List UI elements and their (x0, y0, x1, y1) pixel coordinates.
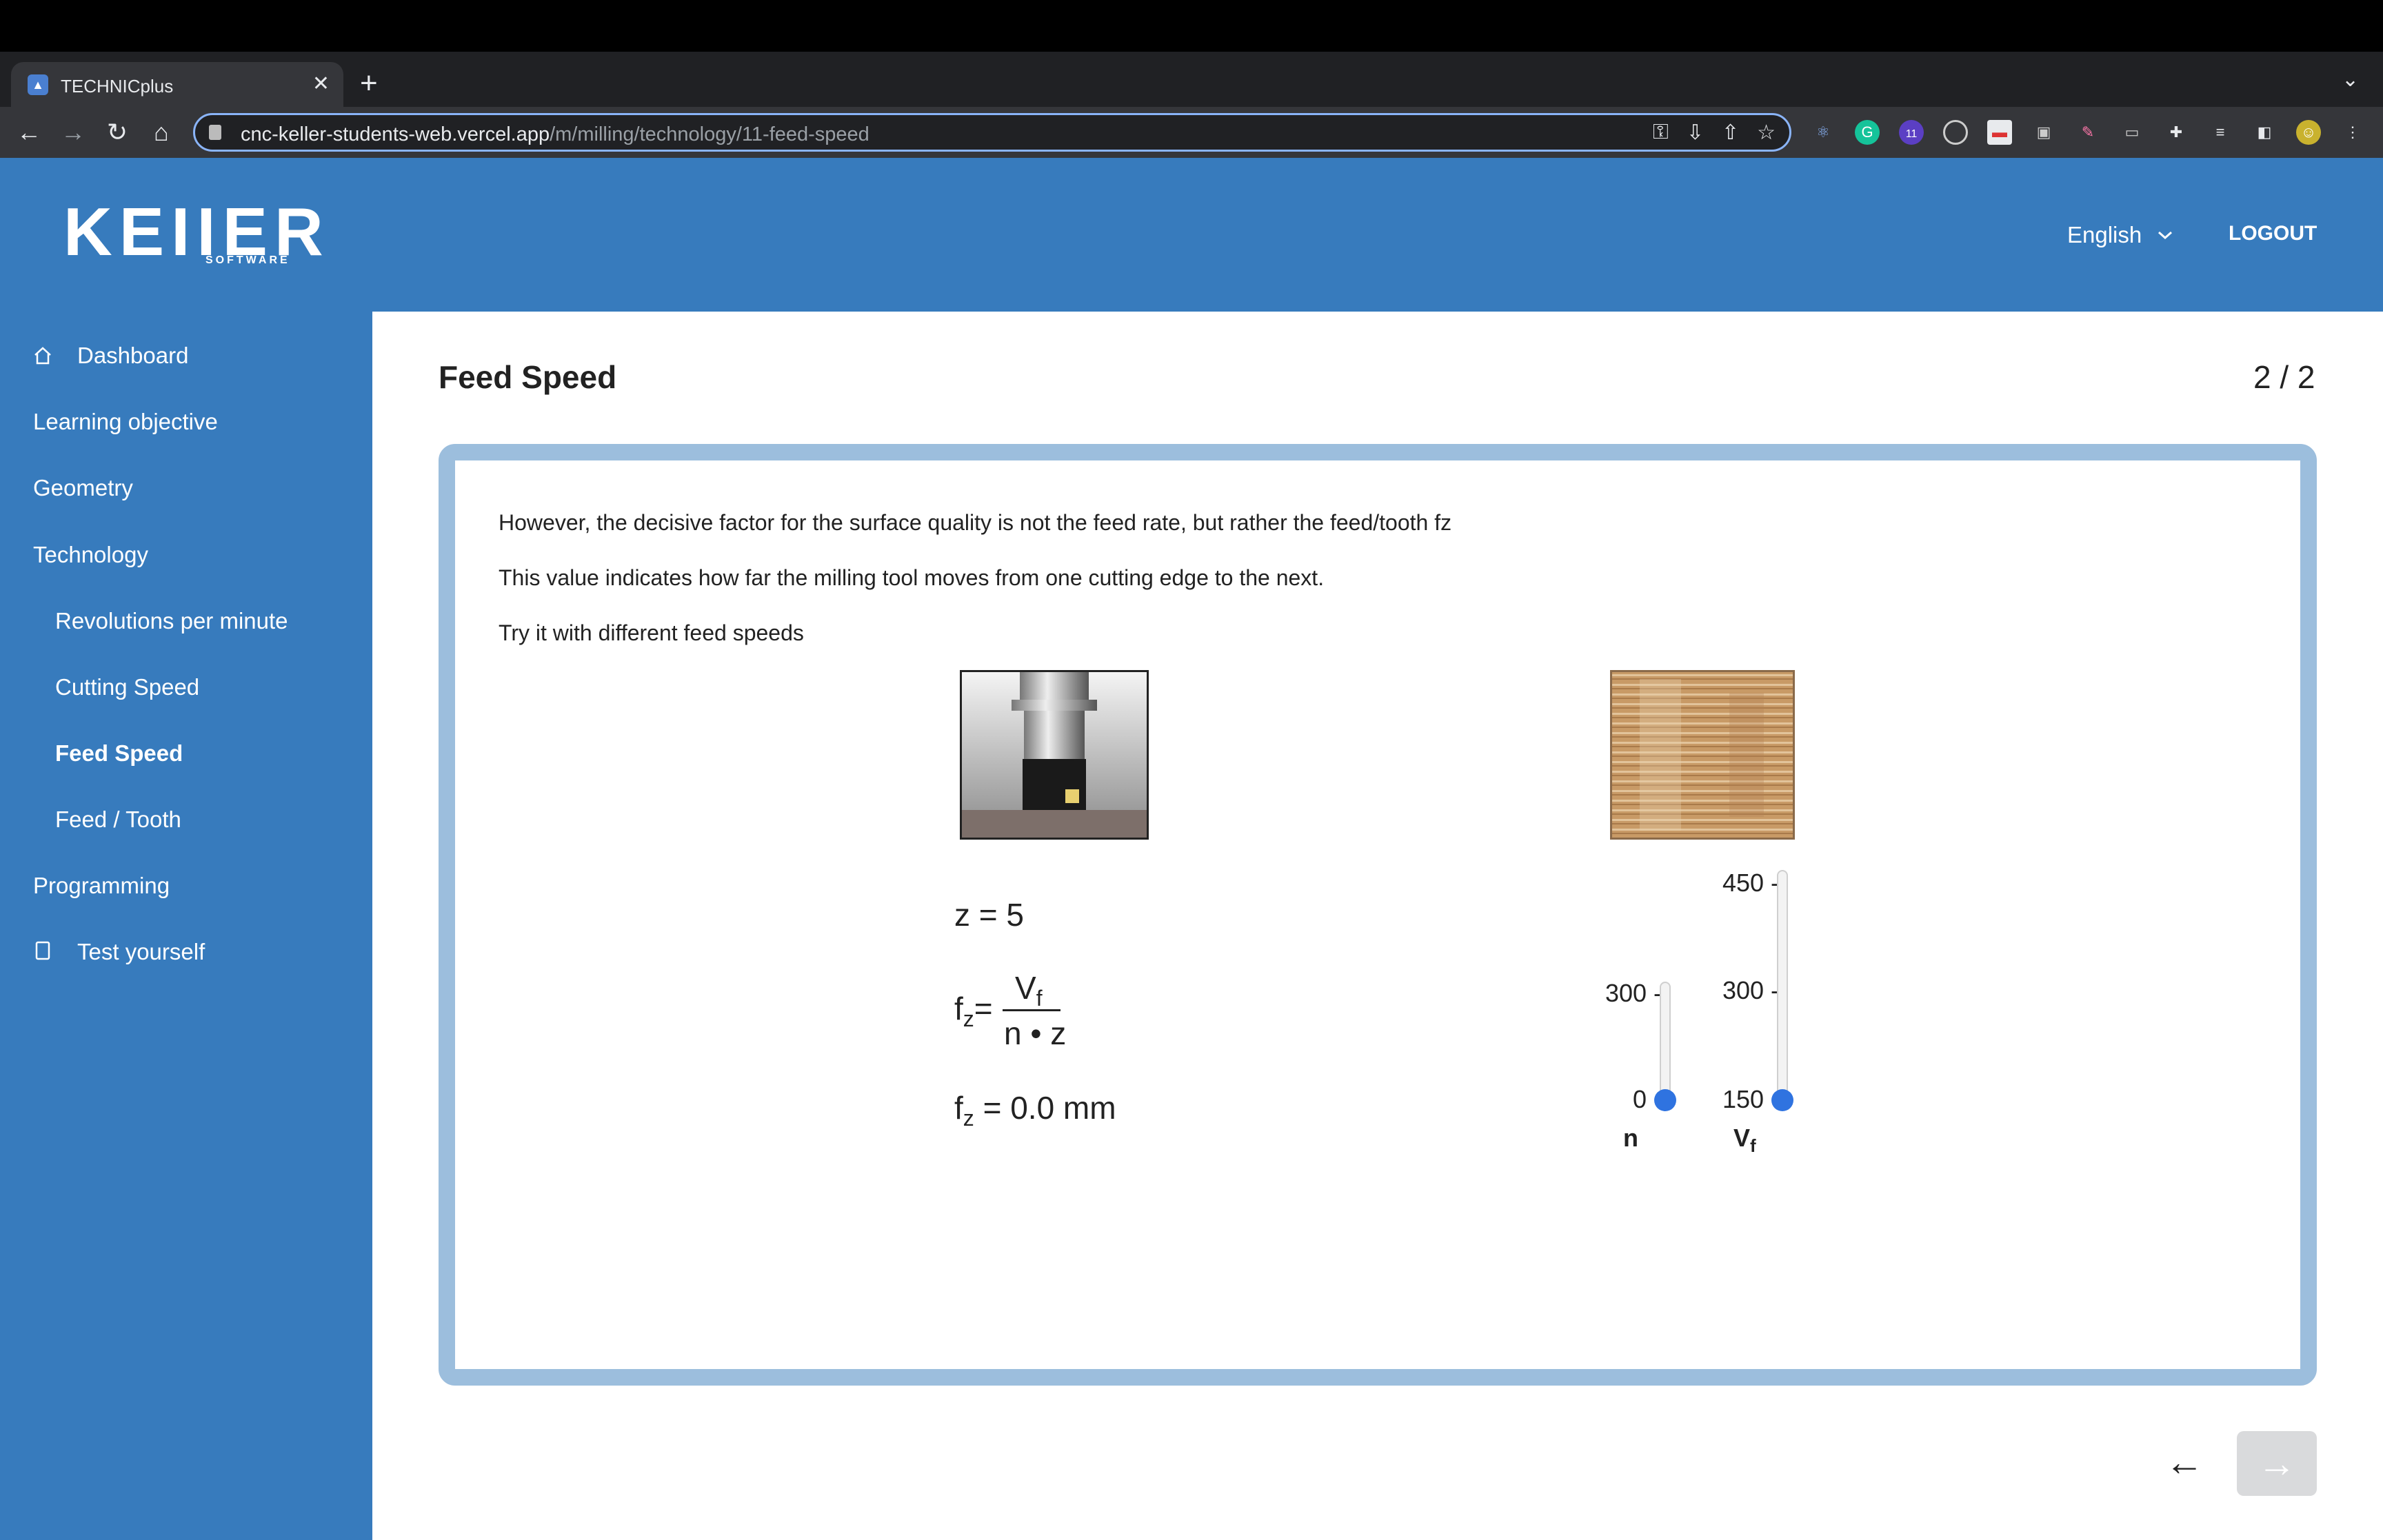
profile-avatar[interactable]: ☺ (2296, 120, 2321, 145)
vf-tick-mid: 300 - (1722, 976, 1779, 1004)
calendar-icon[interactable]: ▬ (1987, 120, 2012, 145)
browser-tab[interactable]: ▲ TECHNICplus ✕ (11, 62, 343, 107)
milling-tool-image (960, 670, 1149, 840)
milling-cutter-graphic (962, 672, 1147, 838)
record-icon[interactable] (1943, 120, 1968, 145)
logout-button[interactable]: LOGOUT (2229, 222, 2317, 245)
grammarly-icon[interactable]: G (1855, 120, 1880, 145)
os-top-bar (0, 0, 2383, 52)
tab-search-icon[interactable]: ⌄ (2342, 68, 2359, 92)
cc-icon[interactable]: ▣ (2031, 120, 2056, 145)
extension-badge-icon[interactable]: 11 (1899, 120, 1924, 145)
url-text[interactable]: cnc-keller-students-web.vercel.app/m/mil… (241, 123, 869, 146)
vf-slider-thumb[interactable] (1771, 1089, 1793, 1111)
surface-quality-image (1610, 670, 1795, 840)
extension-badge: 11 (1905, 128, 1918, 140)
sidebar-item-geometry[interactable]: Geometry (33, 475, 133, 501)
browser-tab-strip (0, 52, 2383, 107)
omnibox-actions: ⚿ ⇩ ⇧ ☆ (1653, 121, 1776, 145)
sidebar-item-feed-speed[interactable]: Feed Speed (55, 740, 183, 767)
extensions-puzzle-icon[interactable]: ✚ (2164, 120, 2189, 145)
react-devtools-icon[interactable]: ⚛ (1811, 120, 1836, 145)
n-tick-max: 300 - (1605, 979, 1662, 1007)
sidebar-item-programming[interactable]: Programming (33, 873, 170, 899)
sidebar-item-learning-objective[interactable]: Learning objective (33, 409, 218, 435)
url-path: /m/milling/technology/11-feed-speed (550, 123, 869, 145)
n-slider-thumb[interactable] (1654, 1089, 1676, 1111)
fraction-bar (1003, 1009, 1060, 1011)
install-icon[interactable]: ⇩ (1687, 121, 1704, 145)
menu-kebab-icon[interactable]: ⋮ (2340, 120, 2365, 145)
url-host: cnc-keller-students-web.vercel.app (241, 123, 550, 145)
address-bar[interactable]: cnc-keller-students-web.vercel.app/m/mil… (193, 113, 1791, 152)
keller-logo: KEIIER (63, 194, 330, 270)
fz-result: fz = 0.0 mm (954, 1090, 1116, 1131)
keller-logo-subtitle: SOFTWARE (205, 254, 290, 266)
paragraph-1: However, the decisive factor for the sur… (499, 510, 1452, 535)
reading-list-icon[interactable]: ≡ (2208, 120, 2233, 145)
next-page-button[interactable]: → (2237, 1431, 2317, 1496)
tab-favicon-icon: ▲ (28, 74, 48, 95)
paragraph-2: This value indicates how far the milling… (499, 565, 1325, 590)
fz-formula-denominator: n • z (1004, 1015, 1067, 1051)
key-icon[interactable]: ⚿ (1653, 121, 1669, 145)
new-tab-button[interactable]: + (360, 66, 378, 101)
vf-tick-min: 150 - (1722, 1085, 1779, 1113)
sidebar-item-cutting-speed[interactable]: Cutting Speed (55, 674, 199, 700)
side-panel-icon[interactable]: ◧ (2252, 120, 2277, 145)
app-header (0, 158, 2383, 312)
sidebar-item-test-yourself[interactable]: Test yourself (77, 939, 205, 965)
sidebar-item-technology[interactable]: Technology (33, 542, 148, 568)
pen-icon[interactable]: ✎ (2075, 120, 2100, 145)
vf-tick-max: 450 - (1722, 869, 1779, 897)
tab-close-icon[interactable]: ✕ (312, 72, 330, 97)
n-slider-track[interactable] (1660, 982, 1671, 1103)
teeth-count: z = 5 (954, 897, 1025, 933)
sidebar-item-dashboard[interactable]: Dashboard (77, 343, 188, 369)
sidebar-item-feed-tooth[interactable]: Feed / Tooth (55, 807, 181, 833)
home-icon (34, 347, 51, 365)
tab-title: TECHNICplus (61, 76, 174, 97)
page-counter: 2 / 2 (2253, 359, 2315, 395)
lock-icon (209, 125, 221, 140)
previous-page-button[interactable]: ← (2162, 1431, 2206, 1493)
page-title: Feed Speed (439, 359, 617, 395)
vf-slider-label: Vf (1733, 1124, 1756, 1157)
paragraph-3: Try it with different feed speeds (499, 620, 804, 645)
fz-formula-lhs: fz= (954, 991, 993, 1032)
home-icon[interactable]: ⌂ (146, 117, 177, 148)
language-label: English (2067, 222, 2142, 247)
language-select[interactable]: English (2067, 222, 2173, 248)
n-slider-label: n (1623, 1124, 1638, 1152)
book-icon (35, 941, 50, 960)
back-arrow-icon[interactable]: ← (14, 117, 44, 148)
n-tick-min: 0 - (1632, 1085, 1662, 1113)
forward-arrow-icon[interactable]: → (58, 117, 88, 148)
sidebar-item-revolutions-per-minute[interactable]: Revolutions per minute (55, 608, 288, 634)
fz-formula-numerator: Vf (1015, 970, 1043, 1011)
share-icon[interactable]: ⇧ (1722, 121, 1739, 145)
vf-slider-track[interactable] (1777, 870, 1788, 1103)
surface-texture-graphic (1612, 672, 1793, 838)
reload-icon[interactable]: ↻ (102, 117, 132, 148)
chevron-down-icon (2158, 231, 2173, 240)
cast-icon[interactable]: ▭ (2120, 120, 2144, 145)
bookmark-star-icon[interactable]: ☆ (1757, 121, 1776, 145)
